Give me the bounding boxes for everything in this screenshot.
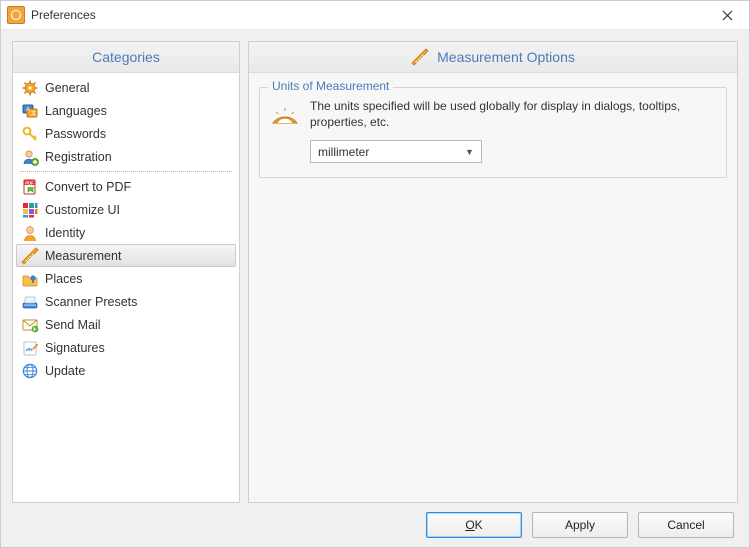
- user-add-icon: [21, 148, 39, 166]
- options-content: Units of Measurement The units specified…: [249, 73, 737, 502]
- units-groupbox: Units of Measurement The units specified…: [259, 87, 727, 178]
- category-separator: [20, 171, 232, 172]
- dialog-footer: OK Apply Cancel: [1, 503, 749, 547]
- category-label: Update: [45, 364, 85, 378]
- category-label: Signatures: [45, 341, 105, 355]
- category-scanner-presets[interactable]: Scanner Presets: [16, 290, 236, 313]
- globe-icon: [21, 362, 39, 380]
- category-signatures[interactable]: Signatures: [16, 336, 236, 359]
- button-label: Apply: [565, 518, 595, 532]
- gear-icon: [21, 79, 39, 97]
- chevron-down-icon: ▼: [463, 147, 476, 157]
- app-icon: [7, 6, 25, 24]
- category-label: General: [45, 81, 89, 95]
- units-select-value: millimeter: [318, 145, 369, 159]
- pdf-icon: [21, 178, 39, 196]
- ok-button[interactable]: OK: [426, 512, 522, 538]
- category-identity[interactable]: Identity: [16, 221, 236, 244]
- units-select[interactable]: millimeter ▼: [310, 140, 482, 163]
- category-update[interactable]: Update: [16, 359, 236, 382]
- category-label: Places: [45, 272, 83, 286]
- category-label: Registration: [45, 150, 112, 164]
- close-icon: [722, 10, 733, 21]
- cancel-button[interactable]: Cancel: [638, 512, 734, 538]
- category-label: Languages: [45, 104, 107, 118]
- languages-icon: [21, 102, 39, 120]
- category-languages[interactable]: Languages: [16, 99, 236, 122]
- ruler-icon: [21, 247, 39, 265]
- body: Categories General Languages Passwords R…: [1, 30, 749, 503]
- category-general[interactable]: General: [16, 76, 236, 99]
- categories-header: Categories: [13, 42, 239, 73]
- category-label: Identity: [45, 226, 85, 240]
- options-header-title: Measurement Options: [437, 49, 575, 65]
- category-customize-ui[interactable]: Customize UI: [16, 198, 236, 221]
- folder-pin-icon: [21, 270, 39, 288]
- preferences-window: Preferences Categories General Languages: [0, 0, 750, 548]
- titlebar: Preferences: [1, 1, 749, 30]
- category-label: Measurement: [45, 249, 121, 263]
- category-label: Passwords: [45, 127, 106, 141]
- units-description: The units specified will be used globall…: [310, 98, 716, 130]
- window-title: Preferences: [31, 8, 96, 22]
- category-label: Send Mail: [45, 318, 101, 332]
- scanner-icon: [21, 293, 39, 311]
- category-measurement[interactable]: Measurement: [16, 244, 236, 267]
- button-label: OK: [465, 518, 482, 532]
- protractor-icon: [270, 100, 300, 130]
- signature-icon: [21, 339, 39, 357]
- close-button[interactable]: [705, 1, 749, 29]
- ruler-icon: [411, 48, 429, 66]
- category-places[interactable]: Places: [16, 267, 236, 290]
- categories-list: General Languages Passwords Registration: [13, 73, 239, 502]
- category-label: Scanner Presets: [45, 295, 137, 309]
- categories-panel: Categories General Languages Passwords R…: [12, 41, 240, 503]
- category-label: Customize UI: [45, 203, 120, 217]
- category-registration[interactable]: Registration: [16, 145, 236, 168]
- apply-button[interactable]: Apply: [532, 512, 628, 538]
- category-send-mail[interactable]: Send Mail: [16, 313, 236, 336]
- category-label: Convert to PDF: [45, 180, 131, 194]
- options-panel: Measurement Options Units of Measurement…: [248, 41, 738, 503]
- key-icon: [21, 125, 39, 143]
- grid-icon: [21, 201, 39, 219]
- button-label: Cancel: [667, 518, 704, 532]
- units-group-title: Units of Measurement: [268, 79, 393, 93]
- options-header: Measurement Options: [249, 42, 737, 73]
- category-convert-to-pdf[interactable]: Convert to PDF: [16, 175, 236, 198]
- category-passwords[interactable]: Passwords: [16, 122, 236, 145]
- mail-icon: [21, 316, 39, 334]
- identity-icon: [21, 224, 39, 242]
